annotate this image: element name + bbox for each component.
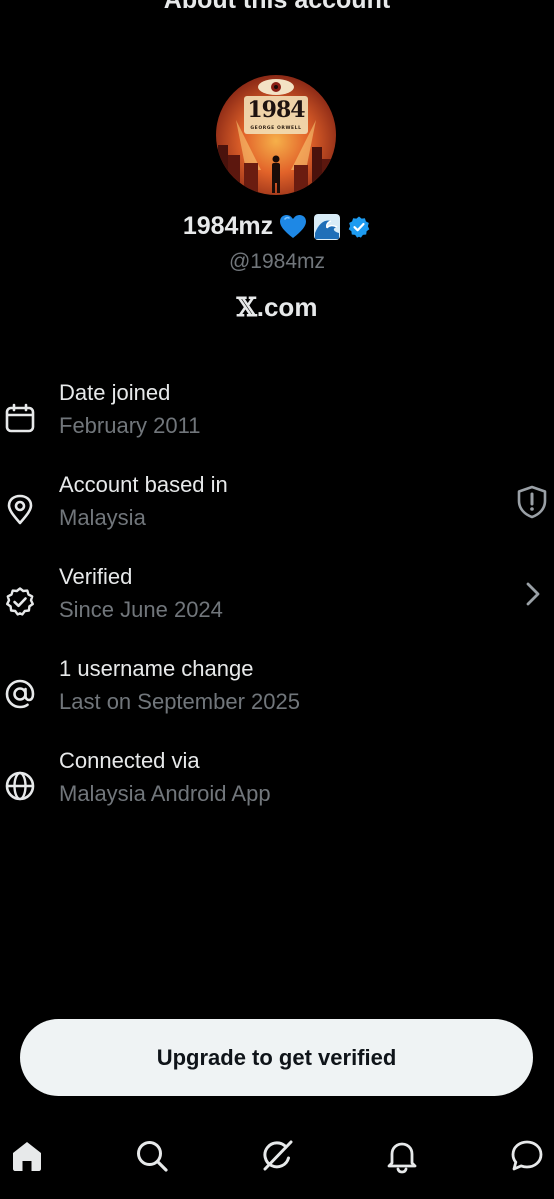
detail-label: Verified xyxy=(59,564,133,589)
avatar-subtitle-text: GEORGE ORWELL xyxy=(250,126,302,131)
detail-label: Account based in xyxy=(59,472,228,497)
avatar-title-text: 1984 xyxy=(247,97,305,123)
calendar-icon xyxy=(5,403,35,433)
detail-label: Date joined xyxy=(59,380,171,405)
detail-row-date-joined: Date joined February 2011 xyxy=(0,380,554,460)
messages-icon[interactable] xyxy=(509,1138,545,1174)
chevron-right-icon[interactable] xyxy=(514,576,550,612)
detail-value: Since June 2024 xyxy=(59,597,223,622)
handle: @1984mz xyxy=(228,250,326,273)
detail-row-username-change: 1 username change Last on September 2025 xyxy=(0,656,554,736)
page-title: About this account xyxy=(163,0,391,14)
detail-label: Connected via xyxy=(59,748,200,773)
globe-icon xyxy=(5,771,35,801)
bell-icon[interactable] xyxy=(384,1138,420,1174)
site-suffix: .com xyxy=(256,292,318,322)
avatar-artwork xyxy=(216,75,336,195)
display-name: 1984mz xyxy=(182,212,274,240)
blue-heart-emoji xyxy=(279,213,307,241)
detail-label: 1 username change xyxy=(59,656,254,681)
detail-row-connected-via: Connected via Malaysia Android App xyxy=(0,748,554,828)
detail-value: Last on September 2025 xyxy=(59,689,300,714)
x-logo-glyph: 𝕏 xyxy=(236,293,257,323)
grok-icon[interactable] xyxy=(259,1138,295,1174)
detail-row-verified[interactable]: Verified Since June 2024 xyxy=(0,564,554,644)
shield-alert-icon[interactable] xyxy=(514,484,550,520)
upgrade-to-get-verified-button[interactable]: Upgrade to get verified xyxy=(20,1019,533,1096)
home-icon[interactable] xyxy=(9,1138,45,1174)
verified-badge-icon xyxy=(6,587,34,616)
detail-row-account-based-in: Account based in Malaysia xyxy=(0,472,554,552)
location-pin-icon xyxy=(7,494,33,525)
site-label: 𝕏.com xyxy=(0,292,554,323)
detail-value: Malaysia xyxy=(59,505,146,530)
detail-value: February 2011 xyxy=(59,413,201,438)
display-name-row: 1984mz xyxy=(0,212,554,241)
avatar[interactable]: 1984 GEORGE ORWELL xyxy=(216,75,336,195)
search-icon[interactable] xyxy=(134,1138,170,1174)
at-sign-icon xyxy=(5,679,35,709)
detail-value: Malaysia Android App xyxy=(59,781,271,806)
water-wave-emoji xyxy=(313,213,341,241)
verified-check-icon[interactable] xyxy=(347,215,371,239)
